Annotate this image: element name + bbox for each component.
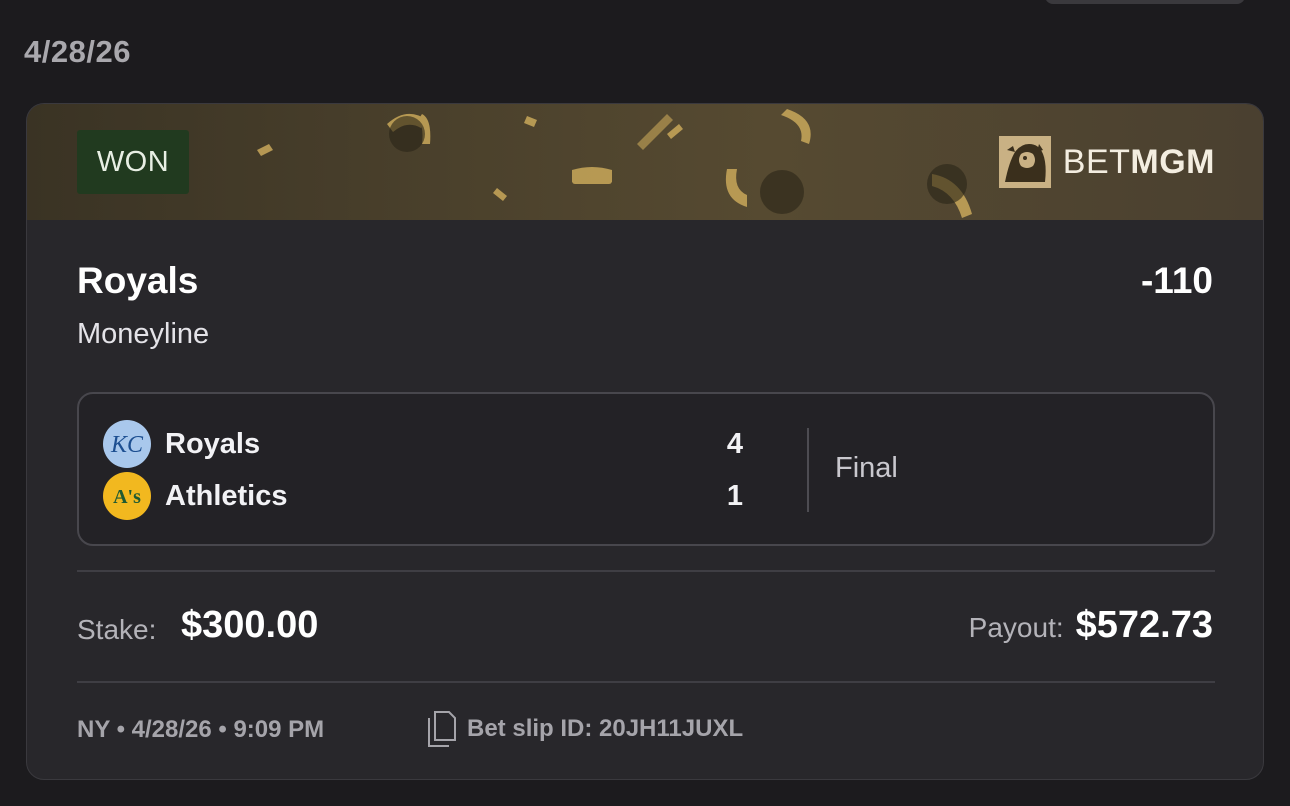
- game-status: Final: [835, 452, 898, 484]
- team-score: 1: [726, 479, 743, 512]
- brand-prefix: BET: [1062, 142, 1131, 181]
- mgm-lion-logo-icon: [998, 136, 1051, 188]
- copy-document-icon[interactable]: [425, 710, 457, 748]
- score-divider: [807, 428, 809, 512]
- team-score: 4: [726, 427, 743, 460]
- bet-slip-id-text: Bet slip ID: 20JH11JUXL: [467, 715, 744, 742]
- section-divider: [77, 570, 1215, 572]
- svg-text:A's: A's: [113, 486, 141, 508]
- team-row-royals: KC Royals 4: [103, 420, 743, 468]
- date-header: 4/28/26: [24, 34, 131, 69]
- section-divider: [77, 681, 1215, 683]
- top-scroll-pill: [1045, 0, 1245, 4]
- payout-value: $572.73: [1075, 604, 1213, 646]
- bet-banner: WON BETMGM: [27, 104, 1263, 220]
- team-name: Athletics: [165, 479, 288, 512]
- payout-label: Payout:: [968, 612, 1064, 643]
- selection-title: Royals: [77, 260, 199, 301]
- betmgm-brand: BETMGM: [998, 136, 1215, 188]
- payout-section: Payout: $572.73: [969, 604, 1213, 647]
- kc-royals-logo-icon: KC: [103, 420, 151, 468]
- athletics-logo-icon: A's: [103, 472, 151, 520]
- svg-text:KC: KC: [110, 432, 144, 458]
- bet-slip-id[interactable]: Bet slip ID: 20JH11JUXL: [425, 710, 743, 748]
- game-scoreboard[interactable]: KC Royals 4 A's Athletics 1 Final: [77, 392, 1215, 546]
- bet-meta-info: NY • 4/28/26 • 9:09 PM: [77, 716, 325, 743]
- won-status-badge: WON: [77, 130, 189, 194]
- bet-card[interactable]: WON BETMGM Royals -110 Moneyline KC Roya…: [26, 103, 1264, 780]
- stake-value: $300.00: [181, 604, 319, 646]
- brand-suffix: MGM: [1130, 142, 1215, 181]
- odds-value: -110: [1140, 260, 1213, 301]
- team-name: Royals: [165, 427, 261, 460]
- market-type: Moneyline: [77, 318, 210, 350]
- stake-label: Stake:: [77, 614, 157, 645]
- team-row-athletics: A's Athletics 1: [103, 472, 743, 520]
